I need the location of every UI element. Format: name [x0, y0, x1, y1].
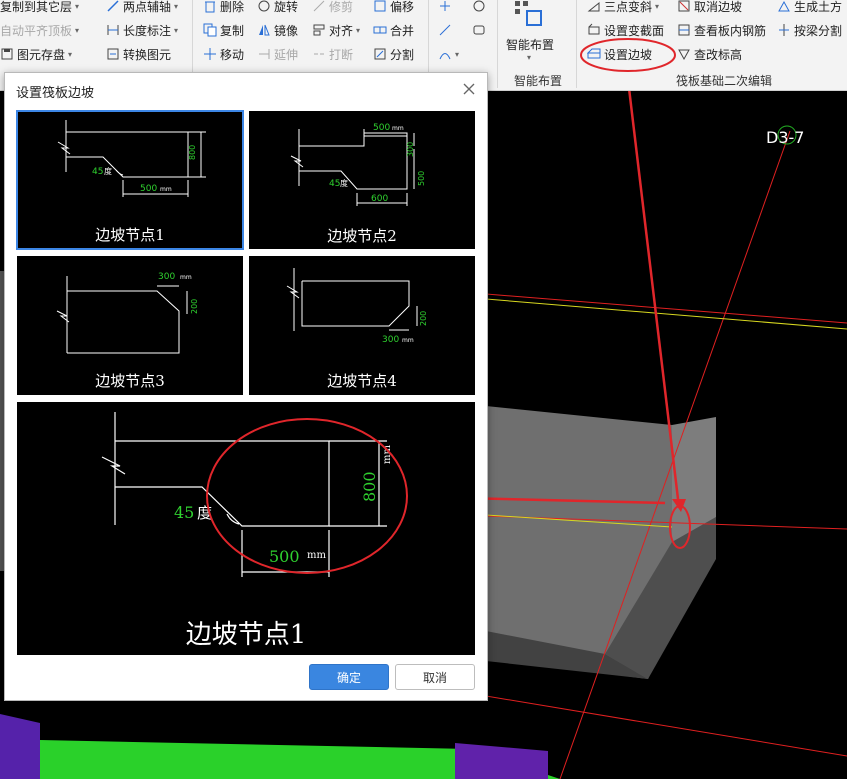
- dialog-title: 设置筏板边坡: [16, 86, 95, 101]
- slope-option-1-caption: 边坡节点1: [95, 226, 165, 244]
- slope-option-4[interactable]: 200 300 mm 边坡节点4: [249, 256, 475, 395]
- opt2-bottom-dim: 600: [371, 194, 388, 204]
- slope-option-3[interactable]: 300 mm 200 边坡节点3: [17, 256, 243, 395]
- opt4-bottom-dim: 300: [382, 335, 399, 345]
- opt2-unit: mm: [392, 125, 404, 132]
- close-icon: [463, 83, 475, 95]
- opt2-angle-unit: 度: [340, 178, 348, 188]
- slope-option-2-caption: 边坡节点2: [327, 227, 397, 245]
- preview-annotation: [206, 418, 408, 574]
- opt1-bottom-dim: 500: [140, 184, 157, 194]
- annotation-ellipse-button: [580, 38, 676, 72]
- slope-preview: 45 度 500 mm 800 mm 边坡节点1: [17, 402, 475, 655]
- raft-edge-slope-dialog: 设置筏板边坡 45 度 500 mm 800 边坡节点1 500 mm 45 度…: [4, 72, 488, 701]
- slope-option-1[interactable]: 45 度 500 mm 800 边坡节点1: [16, 110, 244, 250]
- cancel-button[interactable]: 取消: [395, 664, 475, 690]
- opt1-height-dim: 800: [188, 145, 197, 160]
- opt2-angle: 45: [329, 179, 340, 189]
- opt3-unit: mm: [180, 274, 192, 281]
- opt1-angle-unit: 度: [104, 166, 112, 176]
- axis-label: D3-7: [766, 128, 805, 147]
- close-button[interactable]: [461, 81, 477, 97]
- opt3-top-dim: 300: [158, 272, 175, 282]
- annotation-ellipse-preview: [206, 418, 408, 574]
- slope-option-4-caption: 边坡节点4: [327, 372, 397, 390]
- slope-option-2[interactable]: 500 mm 45 度 600 300 500 边坡节点2: [249, 111, 475, 249]
- opt3-height-dim: 200: [190, 299, 199, 314]
- opt1-unit: mm: [160, 186, 172, 193]
- opt2-height-dim: 300: [406, 142, 415, 157]
- opt2-top-dim: 500: [373, 123, 390, 133]
- opt1-angle: 45: [92, 167, 103, 177]
- opt4-height-dim: 200: [419, 311, 428, 326]
- ok-button[interactable]: 确定: [309, 664, 389, 690]
- opt2-height-dim2: 500: [417, 171, 426, 186]
- opt4-unit: mm: [402, 337, 414, 344]
- slope-option-3-caption: 边坡节点3: [95, 372, 165, 390]
